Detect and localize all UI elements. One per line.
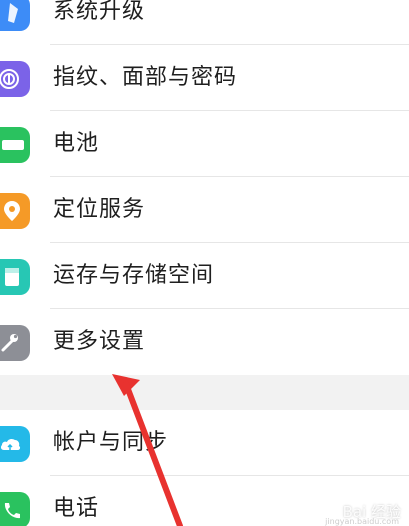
settings-item-label: 更多设置 <box>53 329 146 354</box>
settings-item-account-sync[interactable]: 帐户与同步 <box>0 410 409 476</box>
settings-item-more-settings[interactable]: 更多设置 <box>0 309 409 375</box>
cloud-icon <box>0 426 30 462</box>
settings-screen: 系统升级 指纹、面部与密码 电池 定位服务 运存与存储空间 更多设置 帐户与同步… <box>0 0 409 526</box>
settings-item-label: 电话 <box>53 496 100 521</box>
watermark-url: jingyan.baidu.com <box>325 517 399 526</box>
settings-item-label: 定位服务 <box>53 197 146 222</box>
settings-item-label: 系统升级 <box>53 0 146 24</box>
storage-icon <box>0 259 30 295</box>
settings-item-system-update[interactable]: 系统升级 <box>0 0 409 45</box>
settings-item-battery[interactable]: 电池 <box>0 111 409 177</box>
settings-item-label: 电池 <box>53 131 100 156</box>
wrench-icon <box>0 325 30 361</box>
settings-item-label: 帐户与同步 <box>53 430 169 455</box>
settings-item-fingerprint-face-password[interactable]: 指纹、面部与密码 <box>0 45 409 111</box>
fingerprint-icon <box>0 61 30 97</box>
phone-icon <box>0 492 30 526</box>
system-update-icon <box>0 0 30 31</box>
settings-item-label: 运存与存储空间 <box>53 263 215 288</box>
location-icon <box>0 193 30 229</box>
settings-item-storage[interactable]: 运存与存储空间 <box>0 243 409 309</box>
battery-icon <box>0 127 30 163</box>
settings-item-label: 指纹、面部与密码 <box>53 65 238 90</box>
section-gap <box>0 375 409 415</box>
settings-item-location[interactable]: 定位服务 <box>0 177 409 243</box>
